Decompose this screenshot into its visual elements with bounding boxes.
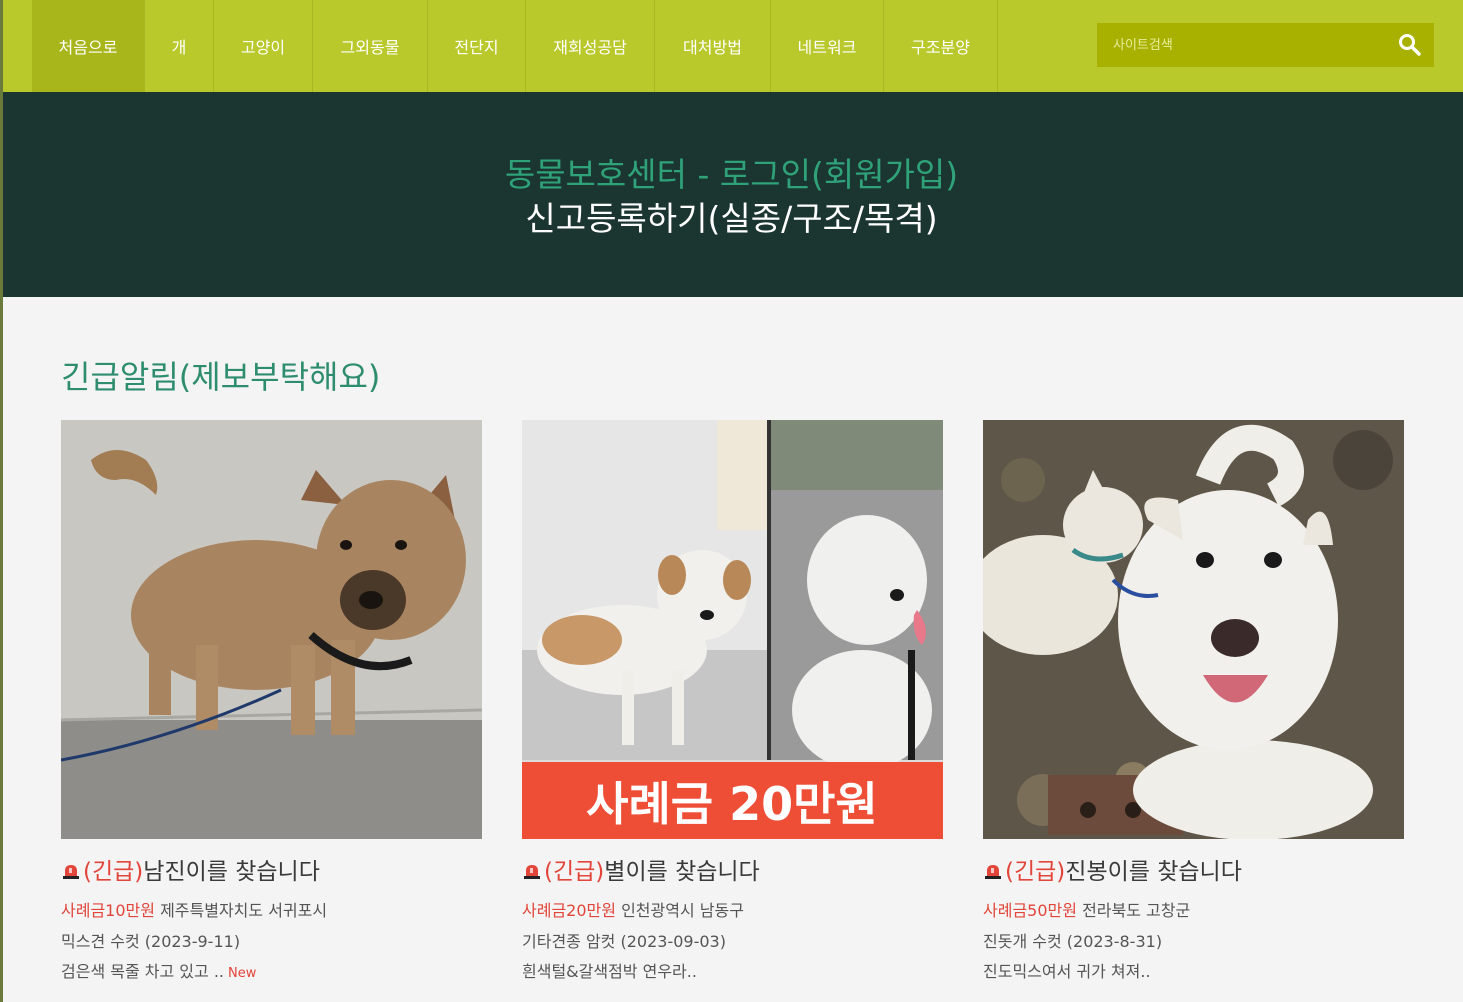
nav-label: 재회성공담 — [553, 38, 627, 57]
description-line: 진도믹스여서 귀가 쳐져.. — [983, 962, 1151, 981]
card-title[interactable]: (긴급)진봉이를 찾습니다 — [983, 852, 1242, 886]
reward-banner-text: 사례금 20만원 — [586, 777, 878, 831]
nav-item-rescue-adoption[interactable]: 구조분양 — [884, 0, 998, 92]
card-title[interactable]: (긴급)남진이를 찾습니다 — [61, 852, 320, 886]
alert-card: 사례금 20만원 (긴급)별이를 찾습니다 사례금20만원 인천광역시 남동구 … — [522, 420, 943, 981]
location: 전라북도 고창군 — [1082, 901, 1191, 920]
nav-label: 개 — [171, 38, 187, 57]
search-icon[interactable] — [1396, 31, 1424, 59]
nav-item-cats[interactable]: 고양이 — [214, 0, 313, 92]
left-edge-bar — [0, 0, 3, 1002]
reward-location-line: 사례금10만원 제주특별자치도 서귀포시 — [61, 897, 327, 921]
urgent-label: (긴급) — [1005, 859, 1066, 885]
siren-icon — [522, 861, 542, 881]
reward-location-line: 사례금20만원 인천광역시 남동구 — [522, 897, 744, 921]
card-title[interactable]: (긴급)별이를 찾습니다 — [522, 852, 760, 886]
section-title: 긴급알림(제보부탁해요) — [61, 358, 381, 396]
breed-date-line: 기타견종 암컷 (2023-09-03) — [522, 932, 726, 951]
nav-label: 전단지 — [454, 38, 499, 57]
nav-label: 대처방법 — [683, 38, 742, 57]
description-line: 흰색털&갈색점박 연우라.. — [522, 962, 697, 981]
location: 제주특별자치도 서귀포시 — [160, 901, 328, 920]
reward-amount: 사례금50만원 — [983, 901, 1077, 920]
nav-item-dogs[interactable]: 개 — [145, 0, 214, 92]
report-register-link[interactable]: 신고등록하기(실종/구조/목격) — [0, 192, 1463, 240]
reward-amount: 사례금10만원 — [61, 901, 155, 920]
reward-amount: 사례금20만원 — [522, 901, 616, 920]
search-input[interactable] — [1097, 23, 1377, 67]
description-line: 검은색 목줄 차고 있고 .. New — [61, 958, 256, 982]
urgent-label: (긴급) — [544, 859, 605, 885]
alert-card: (긴급)진봉이를 찾습니다 사례금50만원 전라북도 고창군 진돗개 수컷 (2… — [983, 420, 1404, 981]
hero-banner: 동물보호센터 - 로그인(회원가입) 신고등록하기(실종/구조/목격) — [0, 92, 1463, 297]
breed-date-line: 진돗개 수컷 (2023-8-31) — [983, 932, 1163, 951]
pet-photo[interactable] — [983, 420, 1404, 839]
nav-label: 구조분양 — [911, 38, 970, 57]
nav-item-home[interactable]: 처음으로 — [32, 0, 145, 92]
top-navigation: 처음으로 개 고양이 그외동물 전단지 재회성공담 대처방법 네트워크 구조분양 — [0, 0, 1463, 92]
nav-menu: 처음으로 개 고양이 그외동물 전단지 재회성공담 대처방법 네트워크 구조분양 — [32, 0, 998, 92]
card-title-text: 남진이를 찾습니다 — [143, 859, 320, 885]
nav-item-flyers[interactable]: 전단지 — [428, 0, 526, 92]
shelter-login-link[interactable]: 동물보호센터 - 로그인(회원가입) — [0, 148, 1463, 196]
siren-icon — [61, 861, 81, 881]
nav-label: 고양이 — [240, 38, 286, 57]
new-badge: New — [228, 966, 257, 981]
nav-label: 처음으로 — [58, 38, 118, 57]
location: 인천광역시 남동구 — [621, 901, 744, 920]
pet-photo[interactable]: 사례금 20만원 — [522, 420, 943, 839]
nav-item-reunion-stories[interactable]: 재회성공담 — [526, 0, 655, 92]
nav-item-network[interactable]: 네트워크 — [771, 0, 884, 92]
nav-item-other-animals[interactable]: 그외동물 — [313, 0, 428, 92]
urgent-label: (긴급) — [83, 859, 144, 885]
alert-card: (긴급)남진이를 찾습니다 사례금10만원 제주특별자치도 서귀포시 믹스견 수… — [61, 420, 482, 981]
site-search — [1097, 23, 1434, 67]
reward-location-line: 사례금50만원 전라북도 고창군 — [983, 897, 1190, 921]
nav-label: 네트워크 — [797, 38, 857, 57]
nav-label: 그외동물 — [340, 38, 400, 57]
pet-photo[interactable] — [61, 420, 482, 839]
card-title-text: 별이를 찾습니다 — [604, 859, 760, 885]
description: 검은색 목줄 차고 있고 .. — [61, 962, 224, 981]
nav-item-how-to[interactable]: 대처방법 — [655, 0, 771, 92]
card-title-text: 진봉이를 찾습니다 — [1065, 859, 1242, 885]
siren-icon — [983, 861, 1003, 881]
breed-date-line: 믹스견 수컷 (2023-9-11) — [61, 932, 241, 951]
